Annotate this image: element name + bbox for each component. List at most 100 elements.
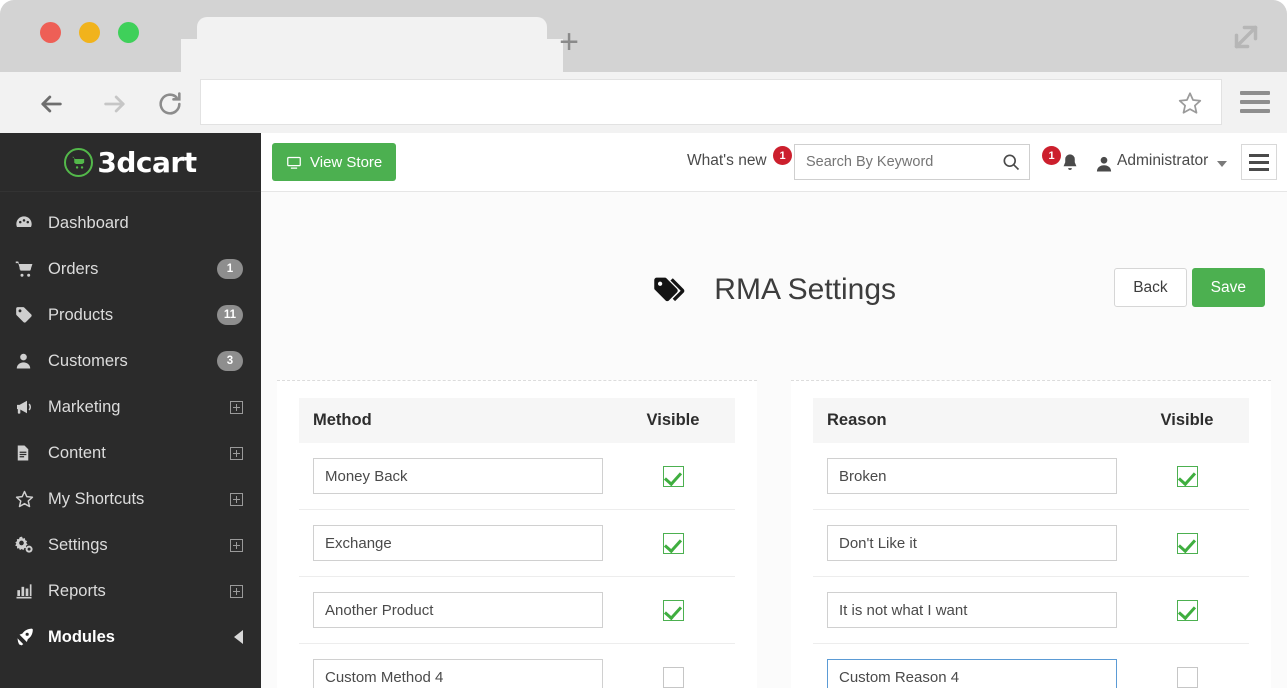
rocket-icon — [14, 627, 48, 647]
method-name-input[interactable] — [313, 525, 603, 561]
admin-app: 3dcart Dashboard Orders 1 Products 11 Custome… — [0, 133, 1287, 688]
sidebar-item-products[interactable]: Products 11 — [0, 292, 261, 338]
page-title-text: RMA Settings — [714, 273, 897, 306]
table-row — [299, 510, 735, 577]
minimize-window-button[interactable] — [79, 22, 100, 43]
brand-name: 3dcart — [97, 145, 197, 179]
panel-header: Method Visible — [299, 398, 735, 443]
reason-visible-checkbox[interactable] — [1176, 532, 1198, 554]
reason-visible-checkbox[interactable] — [1176, 599, 1198, 621]
new-tab-button[interactable]: + — [553, 25, 585, 60]
tag-icon — [14, 305, 48, 325]
user-name[interactable]: Administrator — [1117, 152, 1208, 170]
browser-tab[interactable] — [181, 17, 563, 73]
method-visible-checkbox[interactable] — [662, 532, 684, 554]
chevron-down-icon[interactable] — [1217, 161, 1227, 167]
row-visible-cell — [1139, 532, 1235, 554]
method-name-input[interactable] — [313, 659, 603, 688]
sidebar-item-badge: 3 — [217, 351, 243, 371]
method-visible-checkbox[interactable] — [662, 666, 684, 688]
megaphone-icon — [14, 397, 48, 417]
tags-icon — [652, 275, 688, 313]
row-visible-cell — [1139, 599, 1235, 621]
back-button[interactable] — [36, 90, 66, 118]
row-field — [827, 592, 1139, 628]
expand-diagonal-icon[interactable] — [1227, 18, 1265, 56]
sidebar-item-dashboard[interactable]: Dashboard — [0, 200, 261, 246]
reason-visible-checkbox[interactable] — [1176, 465, 1198, 487]
reason-name-input[interactable] — [827, 592, 1117, 628]
view-store-label: View Store — [310, 153, 383, 171]
view-store-button[interactable]: View Store — [272, 143, 397, 181]
user-icon — [14, 351, 48, 371]
row-visible-cell — [625, 599, 721, 621]
page-actions: Back Save — [1114, 268, 1265, 307]
reload-button[interactable] — [155, 90, 185, 118]
expand-plus-icon[interactable] — [230, 538, 243, 552]
reason-name-input[interactable] — [827, 458, 1117, 494]
sidebar-item-my-shortcuts[interactable]: My Shortcuts — [0, 476, 261, 522]
sidebar-item-label: My Shortcuts — [48, 489, 145, 508]
row-visible-cell — [1139, 666, 1235, 688]
row-field — [827, 458, 1139, 494]
bar-chart-icon — [14, 581, 48, 601]
row-field — [827, 659, 1139, 688]
column-header-visible: Visible — [1160, 411, 1214, 429]
sidebar-item-customers[interactable]: Customers 3 — [0, 338, 261, 384]
expand-plus-icon[interactable] — [230, 584, 243, 598]
method-visible-checkbox[interactable] — [662, 465, 684, 487]
table-row — [813, 577, 1249, 644]
user-icon — [1094, 154, 1114, 174]
sidebar-item-reports[interactable]: Reports — [0, 568, 261, 614]
reason-name-input[interactable] — [827, 659, 1117, 688]
search-icon[interactable] — [1001, 152, 1021, 172]
method-visible-checkbox[interactable] — [662, 599, 684, 621]
chevron-left-icon[interactable] — [234, 630, 243, 644]
expand-plus-icon[interactable] — [230, 400, 243, 414]
table-row — [299, 644, 735, 688]
method-name-input[interactable] — [313, 458, 603, 494]
sidebar-item-label: Reports — [48, 581, 106, 600]
sidebar-item-marketing[interactable]: Marketing — [0, 384, 261, 430]
browser-window: + 3dcart Dashboard Orders 1 Products 11 … — [0, 0, 1287, 688]
row-visible-cell — [625, 666, 721, 688]
sidebar-item-settings[interactable]: Settings — [0, 522, 261, 568]
app-menu-button[interactable] — [1241, 144, 1277, 180]
table-row — [813, 644, 1249, 688]
browser-menu-icon[interactable] — [1240, 91, 1270, 113]
search-box[interactable] — [794, 144, 1030, 180]
back-button[interactable]: Back — [1114, 268, 1187, 307]
expand-plus-icon[interactable] — [230, 446, 243, 460]
sidebar-item-orders[interactable]: Orders 1 — [0, 246, 261, 292]
row-visible-cell — [625, 465, 721, 487]
sidebar-item-label: Dashboard — [48, 213, 129, 232]
address-bar[interactable] — [200, 79, 1222, 125]
panel-header: Reason Visible — [813, 398, 1249, 443]
bell-icon[interactable] — [1059, 152, 1081, 175]
sidebar-item-label: Customers — [48, 351, 128, 370]
sidebar-item-modules[interactable]: Modules — [0, 614, 261, 660]
search-input[interactable] — [795, 145, 991, 179]
row-field — [313, 592, 625, 628]
reason-name-input[interactable] — [827, 525, 1117, 561]
column-header-name: Method — [313, 411, 372, 429]
url-input[interactable] — [201, 80, 1221, 124]
sidebar: 3dcart Dashboard Orders 1 Products 11 Custome… — [0, 133, 261, 688]
save-button[interactable]: Save — [1191, 268, 1265, 307]
app-header: View Store What's new 1 1 — [261, 133, 1287, 192]
browser-titlebar: + — [0, 0, 1287, 73]
sidebar-item-content[interactable]: Content — [0, 430, 261, 476]
bookmark-star-icon[interactable] — [1177, 90, 1203, 116]
table-row — [299, 577, 735, 644]
brand-logo[interactable]: 3dcart — [0, 133, 261, 192]
table-row — [813, 443, 1249, 510]
maximize-window-button[interactable] — [118, 22, 139, 43]
expand-plus-icon[interactable] — [230, 492, 243, 506]
sidebar-item-label: Products — [48, 305, 114, 324]
method-name-input[interactable] — [313, 592, 603, 628]
whats-new-badge: 1 — [773, 146, 792, 165]
close-window-button[interactable] — [40, 22, 61, 43]
reason-visible-checkbox[interactable] — [1176, 666, 1198, 688]
whats-new-link[interactable]: What's new — [687, 152, 767, 170]
forward-button[interactable] — [100, 90, 130, 118]
